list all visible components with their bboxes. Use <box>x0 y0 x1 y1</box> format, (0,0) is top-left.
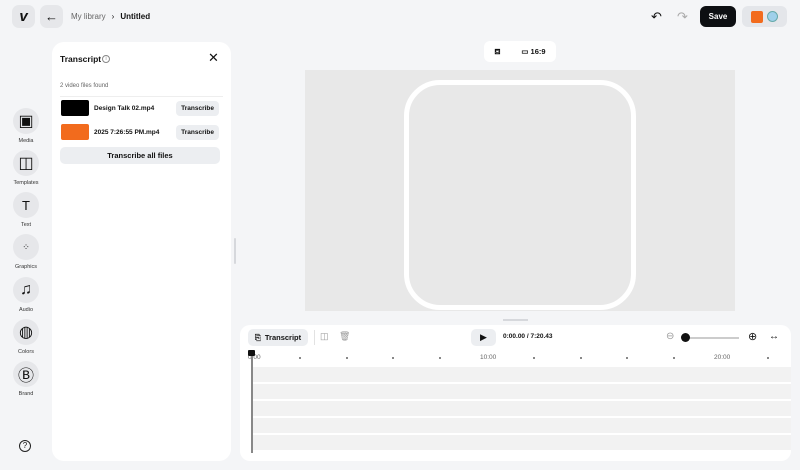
transcript-button[interactable]: ⎘ Transcript <box>248 329 308 346</box>
canvas-toolbar: ⛾ ▭ 16:9 <box>484 41 556 62</box>
vimeo-logo[interactable]: v <box>12 5 35 28</box>
sidebar-item-audio[interactable]: ♫ Audio <box>0 277 52 313</box>
back-button[interactable]: ← <box>40 5 63 28</box>
transcript-icon: ⎘ <box>254 332 261 342</box>
aspect-label: 16:9 <box>530 47 546 56</box>
tick-dot <box>533 357 535 359</box>
tick-dot <box>439 357 441 359</box>
chevron-right-icon: › <box>111 12 115 21</box>
playhead[interactable] <box>251 353 253 453</box>
zoom-slider-thumb[interactable] <box>681 333 690 342</box>
timeline-track[interactable] <box>252 384 791 399</box>
trash-icon[interactable]: 🗑 <box>339 331 350 342</box>
arrow-left-icon: ← <box>45 9 58 24</box>
music-icon: ♫ <box>13 277 39 303</box>
sidebar-item-text[interactable]: T Text <box>0 192 52 228</box>
tick-label: 20:00 <box>714 354 731 361</box>
play-button[interactable]: ▶ <box>471 329 496 346</box>
file-name: 2025 7:26:55 PM.mp4 <box>94 128 160 136</box>
tick-dot <box>580 357 582 359</box>
divider <box>314 330 315 345</box>
close-icon[interactable]: ✕ <box>208 50 219 66</box>
timeline-track[interactable] <box>252 401 791 416</box>
zoom-out-icon[interactable]: ⊖ <box>666 331 674 342</box>
transcript-label: Transcript <box>264 333 302 342</box>
timeline-track[interactable] <box>252 367 791 382</box>
sidebar-item-brand[interactable]: Ⓑ Brand <box>0 361 52 397</box>
transcribe-all-button[interactable]: Transcribe all files <box>60 147 220 164</box>
timeline-resize-handle[interactable] <box>503 319 528 321</box>
avatar <box>767 11 778 22</box>
timeline: ⎘ Transcript ◫ 🗑 ▶ 0:00.00 / 7:20.43 ⊖ ⊕ … <box>240 325 791 461</box>
tick-dot <box>673 357 675 359</box>
breadcrumb-current: Untitled <box>120 12 151 21</box>
text-icon: T <box>13 192 39 218</box>
workspace-logo <box>751 10 763 23</box>
sidebar-item-templates[interactable]: ◫ Templates <box>0 150 52 186</box>
palette-icon: ◍ <box>13 319 39 345</box>
sidebar-item-label: Media <box>18 138 34 144</box>
brand-icon: Ⓑ <box>13 361 39 387</box>
sidebar-item-label: Colors <box>18 349 34 355</box>
file-row: 2025 7:26:55 PM.mp4 Transcribe <box>61 123 219 141</box>
playhead-handle[interactable] <box>248 350 255 356</box>
tick-dot <box>767 357 769 359</box>
sidebar-item-label: Graphics <box>14 264 37 270</box>
zoom-in-icon[interactable]: ⊕ <box>748 330 757 343</box>
video-thumbnail <box>61 100 89 116</box>
sidebar-item-media[interactable]: ▣ Media <box>0 108 52 144</box>
tick-label: 10:00 <box>480 354 497 361</box>
divider <box>60 96 223 97</box>
video-frame-placeholder <box>404 80 636 310</box>
file-count: 2 video files found <box>60 83 109 89</box>
help-icon[interactable]: ? <box>19 440 31 452</box>
panel-title: Transcript <box>60 54 102 64</box>
undo-icon[interactable]: ↶ <box>651 9 662 25</box>
info-icon[interactable]: i <box>102 55 110 63</box>
sidebar-item-graphics[interactable]: ⁘ Graphics <box>0 234 52 270</box>
sidebar-item-label: Text <box>20 222 32 228</box>
save-button[interactable]: Save <box>700 6 736 27</box>
tick-dot <box>392 357 394 359</box>
account-button[interactable] <box>742 6 787 27</box>
sidebar-item-colors[interactable]: ◍ Colors <box>0 319 52 355</box>
sidebar-item-label: Brand <box>18 391 34 397</box>
tick-dot <box>626 357 628 359</box>
tick-dot <box>299 357 301 359</box>
video-thumbnail <box>61 124 89 140</box>
sidebar-item-label: Templates <box>13 180 39 186</box>
breadcrumb-parent[interactable]: My library <box>71 12 106 21</box>
sidebar-item-label: Audio <box>18 307 34 313</box>
zoom-slider[interactable] <box>685 337 739 339</box>
timeline-track[interactable] <box>252 435 791 450</box>
transcribe-button[interactable]: Transcribe <box>176 124 219 140</box>
transcribe-button[interactable]: Transcribe <box>176 100 219 116</box>
transcript-panel: Transcript i ✕ 2 video files found Desig… <box>52 42 231 461</box>
paint-bucket-icon[interactable]: ⛾ <box>494 47 500 57</box>
file-row: Design Talk 02.mp4 Transcribe <box>61 99 219 117</box>
panel-resize-handle[interactable] <box>234 238 236 264</box>
timeline-track[interactable] <box>252 418 791 433</box>
shapes-icon: ⁘ <box>13 234 39 260</box>
canvas[interactable] <box>305 70 735 311</box>
file-name: Design Talk 02.mp4 <box>94 104 155 112</box>
layout-icon: ◫ <box>13 150 39 176</box>
split-icon[interactable]: ◫ <box>320 331 329 342</box>
tick-dot <box>346 357 348 359</box>
breadcrumb: My library › Untitled <box>71 12 150 21</box>
time-display: 0:00.00 / 7:20.43 <box>503 333 553 340</box>
fit-width-icon[interactable]: ↔ <box>769 331 779 342</box>
image-icon: ▣ <box>13 108 39 134</box>
aspect-ratio-button[interactable]: ▭ 16:9 <box>521 47 545 56</box>
redo-icon[interactable]: ↷ <box>677 9 688 25</box>
